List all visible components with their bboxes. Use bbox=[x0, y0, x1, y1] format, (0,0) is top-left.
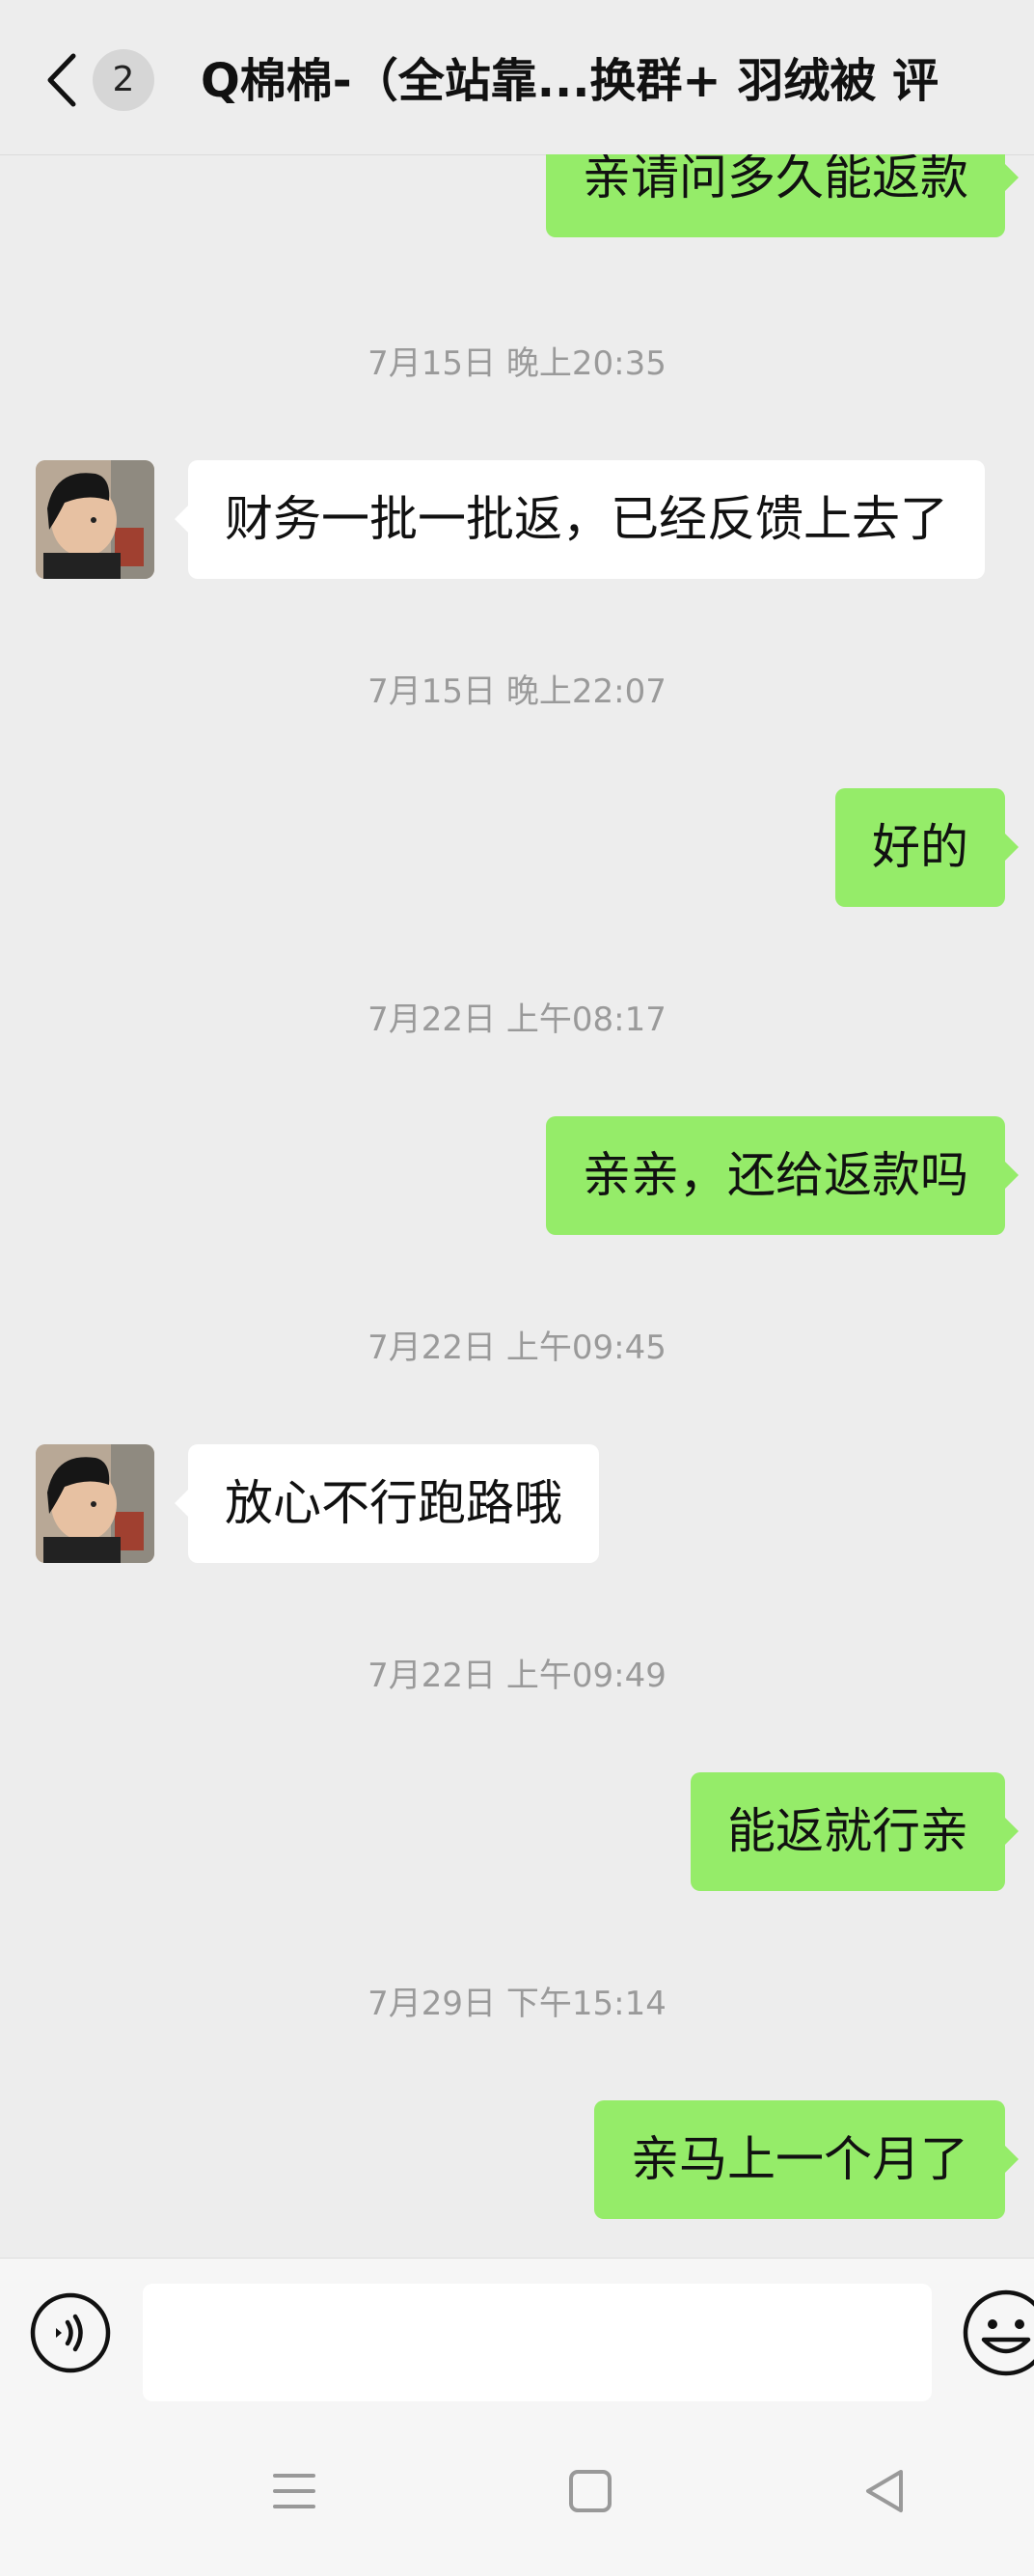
back-triangle-icon[interactable] bbox=[855, 2460, 916, 2522]
home-icon[interactable] bbox=[559, 2460, 621, 2522]
message-timestamp: 7月15日 晚上22:07 bbox=[367, 672, 667, 711]
outgoing-message-bubble[interactable]: 亲亲，还给返款吗 bbox=[546, 1116, 1019, 1235]
message-input-bar bbox=[0, 2258, 1034, 2403]
contact-avatar[interactable] bbox=[36, 460, 154, 579]
message-timestamp: 7月29日 下午15:14 bbox=[367, 1985, 667, 2023]
voice-input-icon[interactable] bbox=[29, 2291, 112, 2374]
message-timestamp: 7月22日 上午09:49 bbox=[367, 1657, 667, 1695]
menu-icon[interactable] bbox=[263, 2460, 325, 2522]
chat-header: 2 Q棉棉-（全站靠...换群+ 羽绒被 评 bbox=[0, 0, 1034, 155]
outgoing-message-bubble[interactable]: 亲马上一个月了 bbox=[594, 2100, 1019, 2219]
avatar-photo-icon bbox=[36, 1444, 154, 1563]
outgoing-message-bubble[interactable]: 好的 bbox=[835, 788, 1019, 907]
chevron-left-icon[interactable] bbox=[41, 48, 83, 112]
incoming-message-bubble[interactable]: 财务一批一批返，已经反馈上去了 bbox=[175, 460, 985, 579]
outgoing-message-bubble[interactable]: 能返就行亲 bbox=[691, 1772, 1019, 1891]
message-timestamp: 7月22日 上午09:45 bbox=[367, 1329, 667, 1367]
message-text-input[interactable] bbox=[143, 2284, 932, 2401]
unread-count-badge[interactable]: 2 bbox=[93, 49, 154, 111]
system-navigation-bar bbox=[0, 2402, 1034, 2576]
incoming-message-bubble[interactable]: 放心不行跑路哦 bbox=[175, 1444, 599, 1563]
message-timestamp: 7月22日 上午08:17 bbox=[367, 1000, 667, 1039]
chat-title: Q棉棉-（全站靠...换群+ 羽绒被 评 bbox=[201, 54, 939, 108]
avatar-photo-icon bbox=[36, 460, 154, 579]
contact-avatar[interactable] bbox=[36, 1444, 154, 1563]
emoji-icon[interactable] bbox=[961, 2288, 1034, 2378]
outgoing-message-bubble[interactable]: 亲请问多久能返款 bbox=[546, 154, 1019, 237]
message-timestamp: 7月15日 晚上20:35 bbox=[367, 344, 667, 383]
message-list[interactable]: 亲请问多久能返款 7月15日 晚上20:35 财务一批一批返，已经反馈上去了 7… bbox=[0, 154, 1034, 2258]
